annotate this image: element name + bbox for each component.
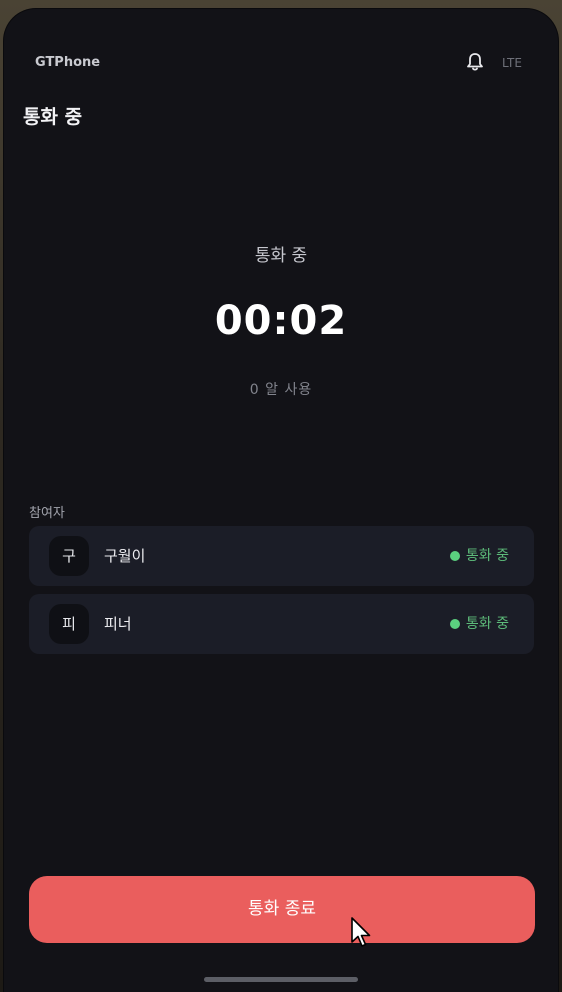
status-dot-icon bbox=[449, 619, 460, 629]
participant-status-label: 통화 중 bbox=[465, 548, 509, 564]
status-dot-icon bbox=[449, 551, 460, 561]
participant-row[interactable]: 구 구월이 통화 중 bbox=[29, 526, 534, 586]
participant-status: 통화 중 bbox=[449, 545, 509, 565]
participants-label: 참여자 bbox=[29, 506, 65, 521]
participant-name: 피너 bbox=[104, 615, 132, 633]
network-indicator: LTE bbox=[502, 56, 522, 70]
phone-screen: GTPhone LTE 통화 중 통화 중 00:02 0 알 사용 참여자 구… bbox=[4, 9, 558, 992]
avatar: 피 bbox=[49, 604, 89, 644]
participant-status: 통화 중 bbox=[449, 613, 509, 633]
participant-row[interactable]: 피 피너 통화 중 bbox=[29, 594, 534, 654]
call-timer: 00:02 bbox=[214, 298, 348, 344]
app-brand: GTPhone bbox=[35, 55, 101, 70]
home-indicator[interactable] bbox=[204, 977, 358, 982]
status-bar: GTPhone LTE bbox=[4, 9, 558, 119]
usage-text: 0 알 사용 bbox=[249, 382, 313, 398]
call-status: 통화 중 bbox=[254, 246, 308, 266]
end-call-button[interactable]: 통화 종료 bbox=[29, 876, 535, 943]
page-title: 통화 중 bbox=[23, 106, 83, 128]
bell-icon[interactable] bbox=[466, 52, 484, 72]
avatar: 구 bbox=[49, 536, 89, 576]
participant-name: 구월이 bbox=[104, 547, 146, 565]
mouse-pointer-icon bbox=[351, 917, 371, 947]
participant-status-label: 통화 중 bbox=[465, 616, 509, 632]
